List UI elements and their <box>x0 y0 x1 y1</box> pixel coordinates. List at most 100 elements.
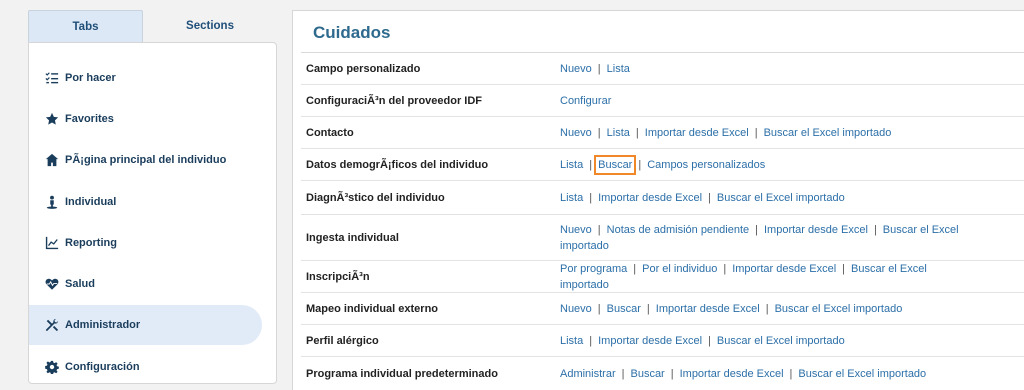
action-link[interactable]: Buscar <box>607 303 641 315</box>
separator: | <box>589 191 593 204</box>
star-icon <box>45 112 59 126</box>
action-link[interactable]: Importar desde Excel <box>598 335 702 347</box>
action-link[interactable]: Nuevo <box>560 127 592 139</box>
tab-bar: Tabs Sections <box>28 10 277 42</box>
chart-icon <box>45 236 59 250</box>
row-label: Programa individual predeterminado <box>306 367 498 380</box>
row-actions: Lista | Importar desde Excel | Buscar el Exc… <box>560 190 960 206</box>
list-item: Mapeo individual externo Nuevo | Buscar | Imp… <box>301 293 1024 325</box>
action-link[interactable]: Buscar el Excel importado <box>798 368 926 380</box>
action-link[interactable]: Notas de admisión pendiente <box>607 224 749 236</box>
row-label: Mapeo individual externo <box>306 302 439 315</box>
sidebar-item-pagina-principal[interactable]: PÃ¡gina principal del individuo <box>29 140 262 180</box>
separator: | <box>842 262 845 275</box>
row-label: Datos demogrÃ¡ficos del individuo <box>306 158 489 171</box>
action-link[interactable]: Configurar <box>560 95 611 107</box>
action-link[interactable]: Nuevo <box>560 63 592 75</box>
separator: | <box>708 191 711 204</box>
sidebar-item-administrador[interactable]: Administrador <box>29 305 262 345</box>
separator: | <box>646 302 650 315</box>
separator: | <box>589 158 593 171</box>
action-link[interactable]: Lista <box>560 159 583 171</box>
sidebar-item-reporting[interactable]: Reporting <box>29 223 262 263</box>
separator: | <box>597 223 601 236</box>
action-link[interactable]: Por el individuo <box>642 263 717 275</box>
row-label: Contacto <box>306 126 354 139</box>
list-item: InscripciÃ³n Por programa | Por el individu… <box>301 261 1024 293</box>
action-link[interactable]: Importar desde Excel <box>732 263 836 275</box>
action-link[interactable]: Importar desde Excel <box>645 127 749 139</box>
row-actions: Lista | Buscar | Campos personalizados <box>560 154 960 175</box>
row-actions: Nuevo | Buscar | Importar desde Excel | Buscar… <box>560 301 960 317</box>
action-link[interactable]: Lista <box>560 335 583 347</box>
action-link[interactable]: Buscar el Excel importado <box>764 127 892 139</box>
sidebar-item-configuracion[interactable]: Configuración <box>29 347 262 387</box>
separator: | <box>873 223 877 236</box>
heart-pulse-icon <box>45 277 59 291</box>
sidebar-item-por-hacer[interactable]: Por hacer <box>29 58 262 98</box>
list-item: Perfil alérgico Lista | Importar desde Exce… <box>301 325 1024 357</box>
separator: | <box>589 334 593 347</box>
sidebar-item-salud[interactable]: Salud <box>29 264 262 304</box>
separator: | <box>789 367 793 380</box>
sidebar-item-individual[interactable]: Individual <box>29 182 262 222</box>
separator: | <box>670 367 674 380</box>
sidebar-item-favorites[interactable]: Favorites <box>29 99 262 139</box>
gear-icon <box>45 360 59 374</box>
list-item: ConfiguraciÃ³n del proveedor IDF Configur… <box>301 85 1024 117</box>
list-item: Programa individual predeterminado Admini… <box>301 357 1024 390</box>
sidebar-item-label: Configuración <box>65 361 140 373</box>
sidebar-item-label: Administrador <box>65 319 141 331</box>
page-title: Cuidados <box>313 23 391 42</box>
tools-icon <box>45 318 59 332</box>
sidebar-item-label: Individual <box>65 196 117 208</box>
separator: | <box>597 302 601 315</box>
action-link[interactable]: Buscar <box>594 154 637 175</box>
separator: | <box>754 126 758 139</box>
sidebar-item-label: Por hacer <box>65 72 116 84</box>
row-label: ConfiguraciÃ³n del proveedor IDF <box>306 94 483 107</box>
row-actions: Administrar | Buscar | Importar desde Excel |… <box>560 366 960 382</box>
action-link[interactable]: Nuevo <box>560 303 592 315</box>
action-link[interactable]: Lista <box>560 192 583 204</box>
action-link[interactable]: Buscar <box>630 368 664 380</box>
sidebar-item-label: Salud <box>65 278 95 290</box>
action-link[interactable]: Por programa <box>560 263 627 275</box>
separator: | <box>635 126 639 139</box>
list-item: DiagnÃ³stico del individuo Lista | Importar… <box>301 181 1024 215</box>
action-link[interactable]: Lista <box>607 63 630 75</box>
separator: | <box>638 158 642 171</box>
sidebar-item-label: PÃ¡gina principal del individuo <box>65 154 227 166</box>
action-link[interactable]: Administrar <box>560 368 616 380</box>
person-icon <box>45 195 59 209</box>
action-link[interactable]: Importar desde Excel <box>598 192 702 204</box>
separator: | <box>633 262 637 275</box>
action-link[interactable]: Importar desde Excel <box>680 368 784 380</box>
row-label: DiagnÃ³stico del individuo <box>306 191 445 204</box>
separator: | <box>708 334 711 347</box>
row-actions: Nuevo | Notas de admisión pendiente | Import… <box>560 222 960 254</box>
action-link[interactable]: Campos personalizados <box>647 159 765 171</box>
row-label: Perfil alérgico <box>306 334 379 347</box>
row-actions: Por programa | Por el individuo | Importar d… <box>560 261 960 293</box>
action-link[interactable]: Buscar el Excel importado <box>717 192 845 204</box>
action-link[interactable]: Importar desde Excel <box>764 224 868 236</box>
action-link[interactable]: Nuevo <box>560 224 592 236</box>
separator: | <box>621 367 625 380</box>
sidebar-item-label: Favorites <box>65 113 114 125</box>
left-panel: Tabs Sections Por hacer Favorites PÃ¡gin… <box>28 10 277 384</box>
list-item: Campo personalizado Nuevo | Lista <box>301 53 1024 85</box>
separator: | <box>723 262 727 275</box>
list-item: Contacto Nuevo | Lista | Importar desde Excel… <box>301 117 1024 149</box>
tab-sections[interactable]: Sections <box>143 10 277 42</box>
checklist-icon <box>45 71 59 85</box>
separator: | <box>755 223 758 236</box>
action-link[interactable]: Buscar el Excel importado <box>717 335 845 347</box>
row-actions: Nuevo | Lista | Importar desde Excel | Buscar … <box>560 125 960 141</box>
row-label: Campo personalizado <box>306 62 421 75</box>
tab-tabs[interactable]: Tabs <box>28 10 143 42</box>
action-link[interactable]: Importar desde Excel <box>656 303 760 315</box>
action-link[interactable]: Buscar el Excel importado <box>775 303 903 315</box>
row-actions: Configurar <box>560 93 960 109</box>
action-link[interactable]: Lista <box>607 127 630 139</box>
